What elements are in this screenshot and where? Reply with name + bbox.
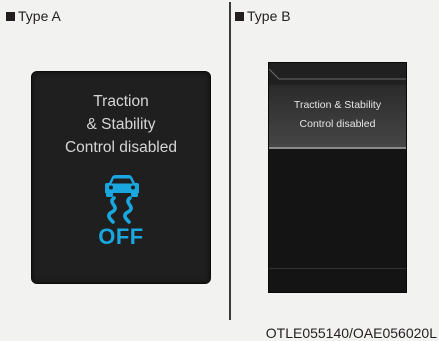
cluster-display-type-a: Traction & Stability Control disabled OF…: [31, 71, 211, 284]
type-a-label: Type A: [18, 8, 61, 24]
type-a-heading: Type A: [6, 8, 61, 24]
warning-message-type-a: Traction & Stability Control disabled: [32, 90, 210, 159]
display-top-strip: [269, 63, 406, 85]
figure-code: OTLE055140/OAE056020L: [265, 325, 437, 341]
message-line: Traction & Stability: [293, 99, 382, 111]
traction-control-off-icon: [105, 175, 139, 224]
type-b-heading: Type B: [235, 8, 291, 24]
skid-marks-icon: [107, 196, 133, 224]
square-bullet-icon: [6, 11, 15, 21]
message-line: Control disabled: [64, 139, 177, 156]
message-line: Control disabled: [299, 118, 376, 130]
message-line: Traction: [93, 93, 149, 110]
warning-message-type-b: Traction & Stability Control disabled: [269, 96, 406, 134]
message-line: & Stability: [86, 116, 156, 133]
display-bottom-line: [269, 268, 406, 269]
panel-type-b: Type B Traction & Stability Control disa…: [231, 0, 439, 341]
off-status-text: OFF: [98, 224, 144, 249]
cluster-display-type-b: Traction & Stability Control disabled: [268, 62, 407, 293]
panel-type-a: Type A Traction & Stability Control disa…: [0, 0, 228, 341]
square-bullet-icon: [235, 11, 244, 21]
display-top-bevel: [269, 68, 406, 80]
message-band-edge: [269, 147, 406, 149]
type-b-label: Type B: [247, 8, 291, 24]
